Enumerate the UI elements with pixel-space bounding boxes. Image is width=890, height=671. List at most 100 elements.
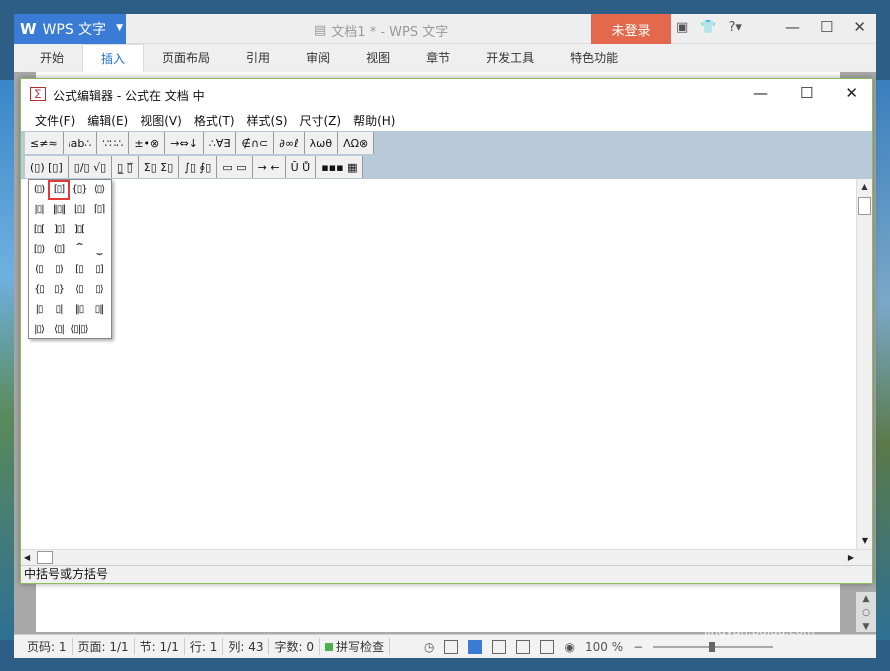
menu-edit[interactable]: 编辑(E) — [81, 112, 134, 129]
tab-features[interactable]: 特色功能 — [552, 44, 636, 72]
tab-review[interactable]: 审阅 — [288, 44, 348, 72]
template-bra[interactable]: ⟨▯| — [49, 321, 69, 339]
scroll-down-icon[interactable]: ▼ — [857, 533, 873, 549]
zoom-slider[interactable] — [653, 641, 774, 652]
template-reversed-brackets[interactable]: ]▯[ — [69, 221, 89, 239]
store-icon[interactable]: ▣ — [676, 20, 688, 35]
product-templates-button[interactable]: Ū Ů — [286, 156, 317, 178]
template-bra-ket[interactable]: ⟨▯|▯⟩ — [69, 321, 89, 339]
greek-lowercase-button[interactable]: λωθ — [305, 132, 339, 154]
template-parentheses[interactable]: (▯) — [29, 181, 49, 199]
relational-symbols-button[interactable]: ≤≠≈ — [25, 132, 64, 154]
subscript-templates-button[interactable]: ▯̲ ▯̅ — [112, 156, 139, 178]
next-page-icon[interactable]: ▼ — [856, 620, 876, 634]
embellishments-button[interactable]: ∵∷∴ — [97, 132, 130, 154]
tab-developer[interactable]: 开发工具 — [468, 44, 552, 72]
web-view-icon[interactable] — [516, 639, 531, 654]
minimize-icon[interactable]: — — [753, 84, 768, 102]
minimize-icon[interactable]: — — [785, 18, 800, 36]
tab-references[interactable]: 引用 — [228, 44, 288, 72]
template-open-bracket-pair[interactable]: [▯[ — [29, 221, 49, 239]
wps-app-menu-button[interactable]: W WPS 文字 ▼ — [14, 14, 126, 44]
labeled-arrow-templates-button[interactable]: → ← — [253, 156, 286, 178]
integral-templates-button[interactable]: ∫▯ ∮▯ — [179, 156, 218, 178]
template-floor[interactable]: ⌊▯⌋ — [69, 201, 89, 219]
template-half-closed-interval[interactable]: (▯] — [49, 241, 69, 259]
template-ceiling[interactable]: ⌈▯⌉ — [89, 201, 109, 219]
outline-view-icon[interactable] — [492, 639, 507, 654]
vertical-scroll-thumb[interactable] — [858, 197, 871, 215]
template-left-brace[interactable]: {▯ — [29, 281, 49, 299]
template-right-brace[interactable]: ▯} — [49, 281, 69, 299]
vertical-scrollbar[interactable]: ▲ ▼ — [856, 179, 872, 549]
menu-format[interactable]: 格式(T) — [188, 112, 241, 129]
prev-page-icon[interactable]: ▲ — [856, 592, 876, 606]
menu-file[interactable]: 文件(F) — [29, 112, 81, 129]
select-browse-icon[interactable]: ○ — [856, 606, 876, 620]
maximize-icon[interactable]: ☐ — [820, 18, 833, 36]
tab-start[interactable]: 开始 — [22, 44, 82, 72]
template-close-bracket-pair[interactable]: ]▯] — [49, 221, 69, 239]
status-spell-check[interactable]: 拼写检查 — [320, 638, 390, 655]
zoom-slider-knob[interactable] — [709, 641, 716, 652]
template-left-paren[interactable]: (▯ — [29, 261, 49, 279]
login-button[interactable]: 未登录 — [591, 14, 671, 44]
page-view-icon[interactable] — [468, 639, 483, 654]
template-norm[interactable]: ‖▯‖ — [49, 201, 69, 219]
misc-symbols-button[interactable]: ∂∞ℓ — [274, 132, 305, 154]
operator-symbols-button[interactable]: ±•⊗ — [129, 132, 166, 154]
formula-canvas[interactable] — [21, 179, 856, 549]
tab-view[interactable]: 视图 — [348, 44, 408, 72]
fence-templates-button[interactable]: (▯) [▯] — [25, 156, 69, 178]
eye-protect-icon[interactable]: ◉ — [564, 640, 574, 654]
bar-templates-button[interactable]: ▭ ▭ — [217, 156, 253, 178]
template-right-paren[interactable]: ▯) — [49, 261, 69, 279]
menu-size[interactable]: 尺寸(Z) — [294, 112, 348, 129]
template-right-double-bar[interactable]: ▯‖ — [89, 301, 109, 319]
close-icon[interactable]: ✕ — [845, 84, 858, 102]
template-left-angle[interactable]: ⟨▯ — [69, 281, 89, 299]
zoom-level[interactable]: 100 % — [585, 640, 623, 654]
template-braces[interactable]: {▯} — [69, 181, 89, 199]
history-icon[interactable]: ◷ — [424, 640, 434, 654]
spaces-ellipses-button[interactable]: ᵢab∴ — [64, 132, 98, 154]
matrix-templates-button[interactable]: ▪▪▪ ▦ — [316, 156, 364, 178]
template-overbrace[interactable]: ⏞ — [69, 241, 89, 259]
menu-style[interactable]: 样式(S) — [241, 112, 294, 129]
template-left-double-bar[interactable]: ‖▯ — [69, 301, 89, 319]
fullscreen-icon[interactable] — [444, 639, 459, 654]
tab-chapter[interactable]: 章节 — [408, 44, 468, 72]
template-half-open-interval[interactable]: [▯) — [29, 241, 49, 259]
menu-view[interactable]: 视图(V) — [134, 112, 188, 129]
summation-templates-button[interactable]: Σ▯ Σ▯ — [139, 156, 180, 178]
template-absolute-value[interactable]: |▯| — [29, 201, 49, 219]
horizontal-scrollbar[interactable]: ◀ ▶ — [21, 549, 872, 565]
status-word-count[interactable]: 字数: 0 — [269, 638, 320, 655]
horizontal-scroll-thumb[interactable] — [37, 551, 53, 564]
template-right-angle[interactable]: ▯⟩ — [89, 281, 109, 299]
arrow-symbols-button[interactable]: →⇔↓ — [165, 132, 204, 154]
scroll-left-icon[interactable]: ◀ — [24, 550, 30, 566]
template-ket[interactable]: |▯⟩ — [29, 321, 49, 339]
menu-help[interactable]: 帮助(H) — [347, 112, 401, 129]
greek-uppercase-button[interactable]: ΛΩ⊗ — [338, 132, 375, 154]
maximize-icon[interactable]: ☐ — [800, 84, 813, 102]
template-right-bracket[interactable]: ▯] — [89, 261, 109, 279]
reading-view-icon[interactable] — [540, 639, 555, 654]
close-icon[interactable]: ✕ — [853, 18, 866, 36]
template-right-bar[interactable]: ▯| — [49, 301, 69, 319]
tab-page-layout[interactable]: 页面布局 — [144, 44, 228, 72]
template-square-brackets[interactable]: [▯] — [48, 180, 70, 200]
skin-icon[interactable]: 👕 — [700, 20, 716, 35]
template-angle-brackets[interactable]: ⟨▯⟩ — [89, 181, 109, 199]
logical-symbols-button[interactable]: ∴∀∃ — [204, 132, 237, 154]
set-theory-symbols-button[interactable]: ∉∩⊂ — [236, 132, 275, 154]
fraction-radical-templates-button[interactable]: ▯/▯ √▯ — [69, 156, 113, 178]
template-left-bar[interactable]: |▯ — [29, 301, 49, 319]
tab-insert[interactable]: 插入 — [82, 44, 145, 72]
help-icon[interactable]: ?▾ — [728, 20, 741, 35]
zoom-out-icon[interactable]: − — [633, 640, 643, 654]
scroll-right-icon[interactable]: ▶ — [848, 550, 854, 566]
template-underbrace[interactable]: ⏟ — [89, 241, 109, 259]
scroll-up-icon[interactable]: ▲ — [857, 179, 872, 195]
